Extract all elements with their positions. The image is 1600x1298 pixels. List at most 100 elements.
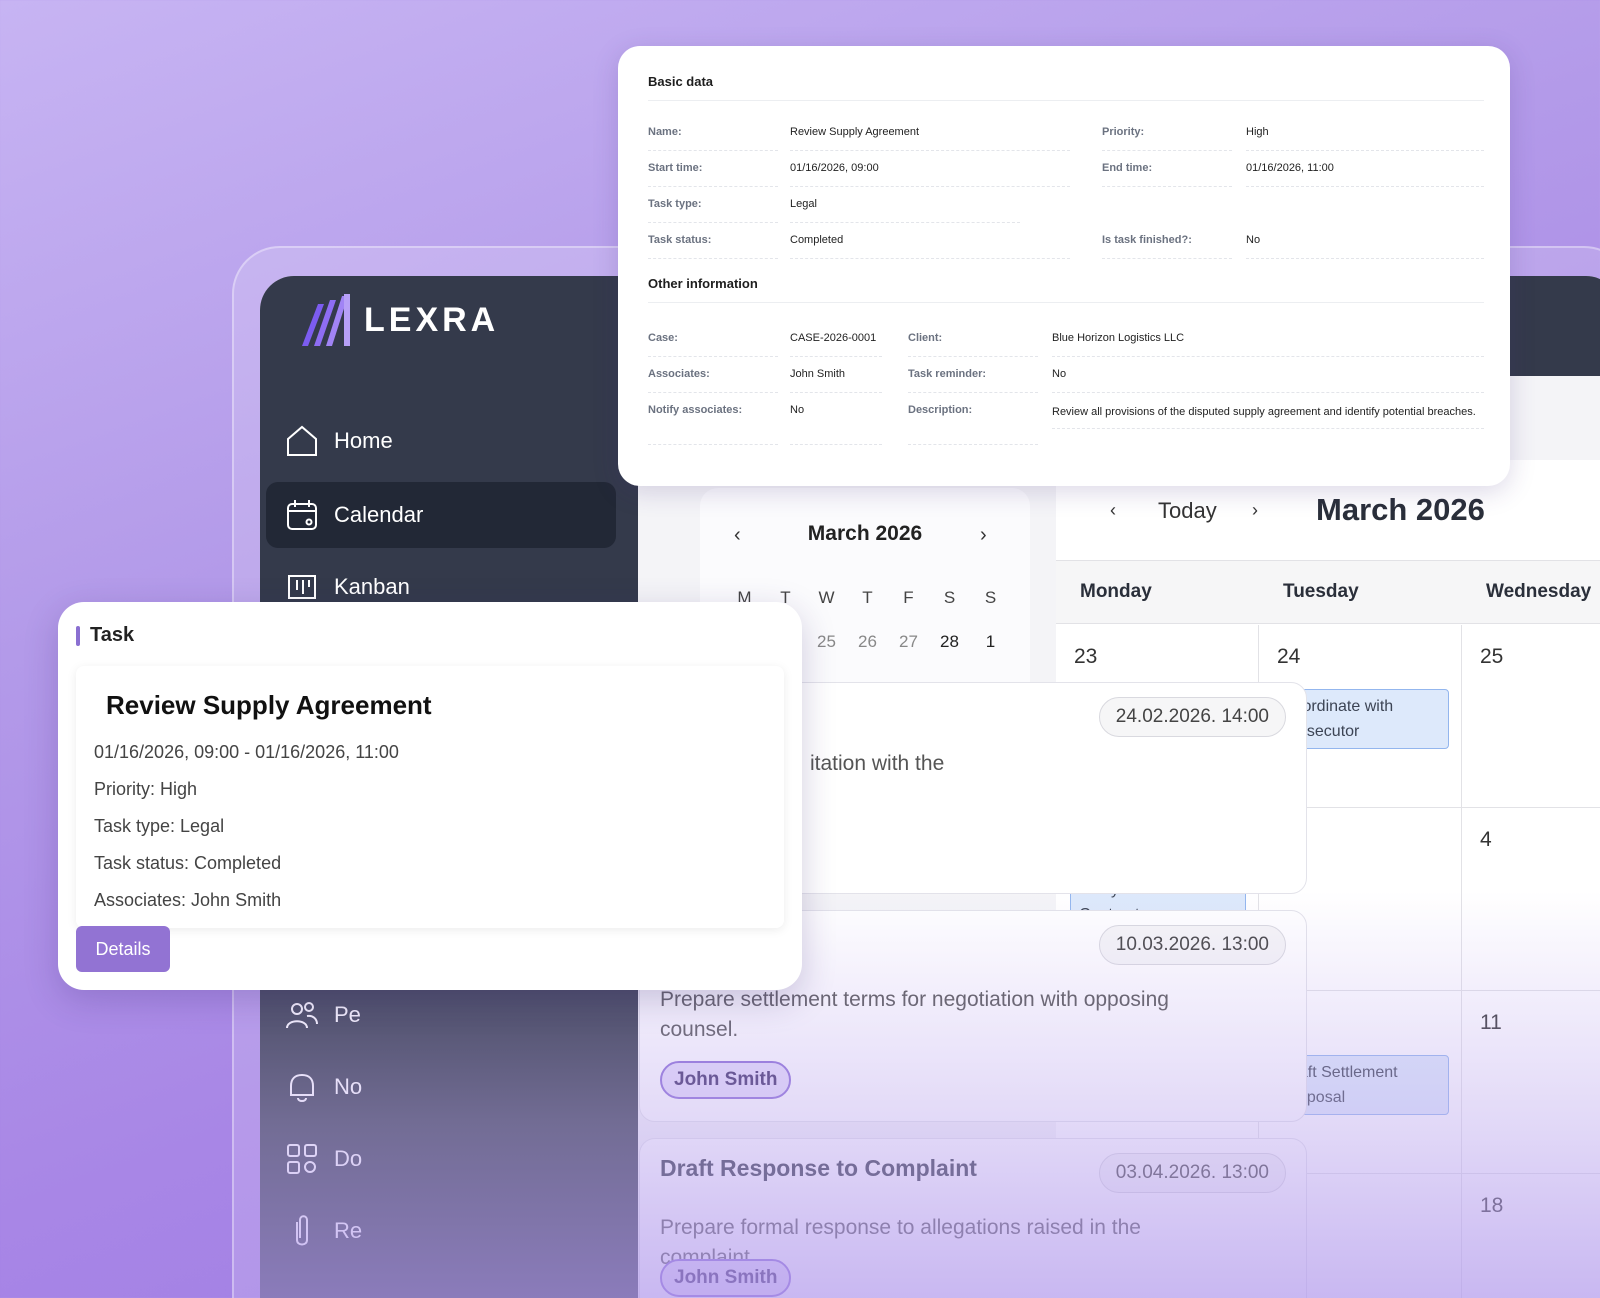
associate-chip[interactable]: John Smith (660, 1061, 792, 1099)
logo-mark-icon (302, 294, 350, 346)
weekday-label: F (903, 588, 914, 607)
mini-day[interactable]: 28 (929, 632, 970, 652)
logo: LEXRA (300, 290, 499, 350)
sidebar-item-people[interactable]: Pe (266, 982, 616, 1048)
sidebar-item-home[interactable]: Home (266, 408, 616, 474)
field-value: 01/16/2026, 09:00 (790, 162, 1070, 187)
field-value: Review Supply Agreement (790, 126, 1070, 151)
paperclip-icon (284, 1213, 320, 1249)
task-type: Task type: Legal (94, 816, 225, 836)
sidebar-item-calendar[interactable]: Calendar (266, 482, 616, 548)
task-summary-card: Review Supply Agreement 01/16/2026, 09:0… (76, 666, 784, 928)
field-value: Review all provisions of the disputed su… (1052, 404, 1484, 429)
mini-day[interactable]: 27 (888, 632, 929, 652)
column-header-monday: Monday (1080, 581, 1152, 602)
sidebar-item-label: Kanban (334, 574, 410, 599)
task-status: Task status: Completed (94, 853, 282, 873)
field-label: Task type: (648, 198, 778, 223)
field-label: Task status: (648, 234, 778, 259)
bell-icon (284, 1069, 320, 1105)
field-label: Case: (648, 332, 778, 357)
sidebar-item-label: Do (334, 1146, 363, 1171)
mini-day[interactable]: 1 (970, 632, 1011, 652)
sidebar-item-notifications[interactable]: No (266, 1054, 616, 1120)
field-value: 01/16/2026, 11:00 (1246, 162, 1484, 187)
column-header-tuesday: Tuesday (1283, 581, 1359, 602)
field-label: Associates: (648, 368, 778, 393)
weekday-label: S (984, 588, 997, 607)
field-label: Notify associates: (648, 404, 778, 445)
field-value: High (1246, 126, 1484, 151)
day-number: 4 (1480, 828, 1492, 851)
people-icon (284, 997, 320, 1033)
task-description: Prepare settlement terms for negotiation… (660, 988, 1169, 1041)
field-label: Priority: (1102, 126, 1232, 151)
mini-day[interactable]: 25 (806, 632, 847, 652)
mini-calendar-next-button[interactable]: › (980, 524, 987, 547)
task-card[interactable]: Draft Response to Complaint 03.04.2026. … (639, 1138, 1307, 1298)
day-number: 23 (1074, 645, 1098, 668)
day-number: 11 (1480, 1011, 1502, 1034)
field-value: No (1246, 234, 1484, 259)
documents-icon (284, 1141, 320, 1177)
field-value: CASE-2026-0001 (790, 332, 882, 357)
task-popup-label: Task (90, 624, 135, 646)
task-associates: Associates: John Smith (94, 890, 282, 910)
calendar-next-button[interactable]: › (1252, 500, 1258, 521)
calendar-day-cell[interactable]: 4 (1462, 808, 1600, 991)
task-date-badge: 24.02.2026. 14:00 (1098, 697, 1286, 737)
field-label: Task reminder: (908, 368, 1038, 393)
home-icon (284, 423, 320, 459)
task-date-badge: 03.04.2026. 13:00 (1098, 1153, 1286, 1193)
field-value: Blue Horizon Logistics LLC (1052, 332, 1484, 357)
field-label: Start time: (648, 162, 778, 187)
field-label: Description: (908, 404, 1038, 445)
column-header-wednesday: Wednesday (1486, 581, 1592, 602)
calendar-day-cell[interactable]: 25 (1462, 625, 1600, 808)
section-title-other-information: Other information (648, 276, 758, 291)
sidebar-item-reports[interactable]: Re (266, 1198, 616, 1264)
associate-chip[interactable]: John Smith (660, 1259, 792, 1297)
field-value: Completed (790, 234, 1070, 259)
task-detail-panel: Basic data Name: Review Supply Agreement… (618, 46, 1510, 486)
task-date-badge: 10.03.2026. 13:00 (1098, 925, 1286, 965)
today-button[interactable]: Today (1158, 498, 1217, 524)
sidebar-item-label: Pe (334, 1002, 361, 1027)
task-description: itation with the (810, 752, 945, 775)
sidebar-item-label: Re (334, 1218, 363, 1243)
calendar-month-title: March 2026 (1316, 492, 1485, 527)
weekday-label: S (943, 588, 956, 607)
task-popup-header: Task (76, 624, 134, 647)
accent-bar (76, 625, 80, 646)
sidebar-item-label: No (334, 1074, 363, 1099)
calendar-prev-button[interactable]: ‹ (1110, 500, 1116, 521)
divider (648, 302, 1484, 303)
task-popup: Task Review Supply Agreement 01/16/2026,… (58, 602, 802, 990)
sidebar-item-label: Home (334, 428, 393, 453)
section-title-basic-data: Basic data (648, 74, 714, 89)
calendar-day-cell[interactable]: 11 (1462, 991, 1600, 1174)
task-priority: Priority: High (94, 779, 198, 799)
day-number: 18 (1480, 1194, 1504, 1217)
calendar-weekday-header: Monday Tuesday Wednesday (1056, 560, 1600, 624)
field-value: Legal (790, 198, 1020, 223)
field-label: End time: (1102, 162, 1232, 187)
mini-day[interactable]: 26 (847, 632, 888, 652)
task-title: Draft Response to Complaint (660, 1155, 977, 1181)
divider (648, 100, 1484, 101)
logo-text: LEXRA (364, 300, 500, 339)
calendar-day-cell[interactable]: 18 (1462, 1174, 1600, 1298)
task-title: Review Supply Agreement (106, 690, 432, 720)
field-label: Is task finished?: (1102, 234, 1232, 259)
day-number: 25 (1480, 645, 1504, 668)
details-button[interactable]: Details (76, 926, 170, 972)
sidebar-item-documents[interactable]: Do (266, 1126, 616, 1192)
field-value: No (1052, 368, 1484, 393)
task-time: 01/16/2026, 09:00 - 01/16/2026, 11:00 (94, 742, 399, 762)
weekday-label: T (862, 588, 873, 607)
field-value: John Smith (790, 368, 882, 393)
sidebar-item-label: Calendar (334, 502, 424, 527)
calendar-icon (284, 497, 320, 533)
day-number: 24 (1277, 645, 1301, 668)
field-label: Name: (648, 126, 778, 151)
